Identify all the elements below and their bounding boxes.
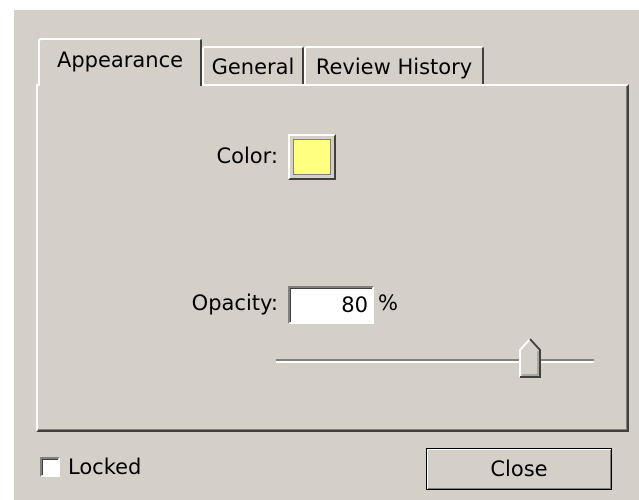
tab-appearance-label: Appearance <box>56 48 184 72</box>
tab-review-history-label: Review History <box>315 55 473 79</box>
opacity-input[interactable]: 80 <box>288 286 374 324</box>
tab-general-label: General <box>211 55 295 79</box>
color-swatch <box>293 139 331 175</box>
opacity-slider-thumb[interactable] <box>519 338 542 378</box>
close-button[interactable]: Close <box>426 448 612 490</box>
tab-appearance[interactable]: Appearance <box>38 38 202 86</box>
tab-general[interactable]: General <box>202 46 304 86</box>
opacity-unit-label: % <box>378 291 398 315</box>
properties-dialog: Appearance General Review History Color:… <box>12 8 639 500</box>
locked-checkbox[interactable] <box>40 457 60 477</box>
color-picker-button[interactable] <box>288 134 336 180</box>
appearance-panel: Color: Opacity: 80 % <box>36 84 629 432</box>
color-label: Color: <box>216 144 278 168</box>
locked-checkbox-row[interactable]: Locked <box>40 455 141 479</box>
locked-label: Locked <box>68 455 142 479</box>
opacity-label: Opacity: <box>191 291 278 315</box>
opacity-slider-track[interactable] <box>276 359 594 363</box>
tab-review-history[interactable]: Review History <box>304 46 484 86</box>
close-button-label: Close <box>490 457 548 481</box>
